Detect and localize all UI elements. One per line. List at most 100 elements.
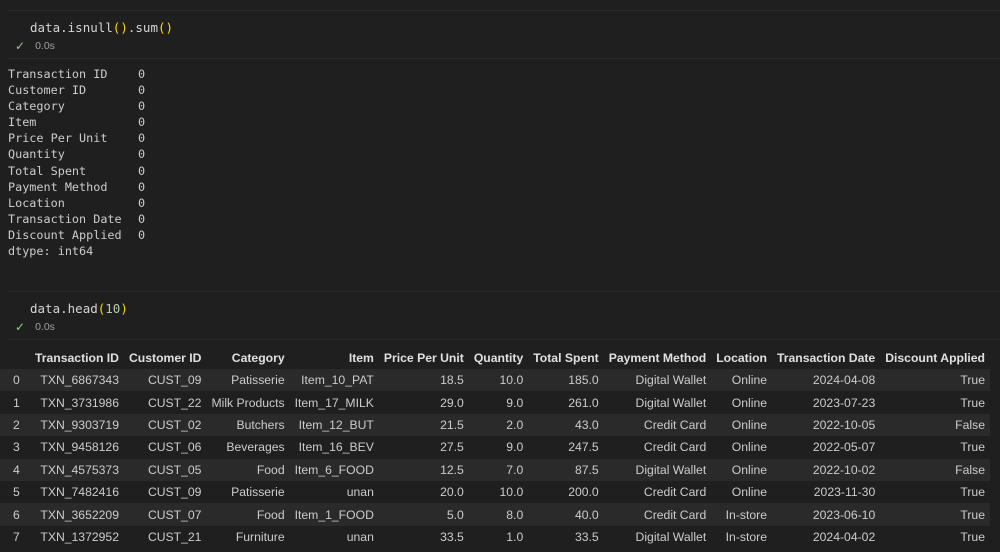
row-index: 3 [13,440,20,455]
output-line: Transaction Date 0 [8,211,145,227]
output-line: Payment Method 0 [8,179,145,195]
output-value: 0 [138,115,146,130]
column-header: Location [716,350,767,365]
table-cell: 87.5 [574,462,599,477]
output-value: 0 [138,179,146,194]
table-cell: Credit Card [643,440,707,455]
table-cell: TXN_9303719 [40,417,119,432]
table-cell: 12.5 [440,462,464,477]
table-cell: 29.0 [440,395,464,410]
table-cell: Credit Card [643,485,707,500]
code-line-2[interactable]: data.head(10) [30,301,128,316]
table-cell: 18.5 [440,373,464,388]
code-object: data [30,301,61,316]
table-cell: 33.5 [574,529,599,544]
table-cell: 2023-06-10 [812,507,876,522]
table-row: 0 TXN_6867343 CUST_09 Patisserie Item_10_PAT… [0,369,990,392]
output-key: Item [8,115,37,130]
table-cell: Online [731,417,767,432]
table-cell: In-store [725,507,767,522]
code-cell-2[interactable]: data.head(10) ✓ 0.0s [8,291,1000,340]
row-index: 5 [13,485,20,500]
table-cell: 9.0 [506,440,524,455]
table-cell: Digital Wallet [635,462,707,477]
output-line: Price Per Unit 0 [8,130,145,146]
output-line: Total Spent 0 [8,163,145,179]
code-cell-1[interactable]: data.isnull().sum() ✓ 0.0s [8,10,1000,59]
table-cell: In-store [725,529,767,544]
column-header: Discount Applied [885,350,985,365]
table-cell: Digital Wallet [635,373,707,388]
table-cell: 1.0 [506,529,524,544]
table-cell: TXN_1372952 [40,529,119,544]
table-cell: True [960,529,985,544]
output-key: Location [8,195,65,210]
column-header: Transaction ID [35,350,119,365]
table-cell: 40.0 [574,507,599,522]
table-cell: unan [346,529,374,544]
code-method-2: sum [135,20,158,35]
output-value: 0 [138,99,146,114]
table-cell: Patisserie [231,373,285,388]
table-cell: 261.0 [568,395,599,410]
table-cell: Digital Wallet [635,529,707,544]
table-cell: 2024-04-02 [812,529,876,544]
table-cell: 2023-07-23 [812,395,876,410]
table-cell: TXN_3731986 [40,395,119,410]
table-cell: CUST_09 [147,373,202,388]
table-cell: 2022-10-05 [812,417,876,432]
execution-status: ✓ 0.0s [15,39,55,53]
execution-time: 0.0s [35,321,55,333]
table-row: 1 TXN_3731986 CUST_22 Milk Products Item_17_… [0,391,990,414]
cell-2-output: Transaction ID Customer ID Category Item Pri… [0,346,1000,549]
table-cell: CUST_21 [147,529,202,544]
table-cell: 2024-04-08 [812,373,876,388]
table-cell: CUST_05 [147,462,202,477]
table-row: 5 TXN_7482416 CUST_09 Patisserie unan 20.0 10.… [0,480,990,504]
table-cell: False [955,417,985,432]
execution-status: ✓ 0.0s [15,320,55,334]
cell-1-output: Transaction ID 0 Customer ID 0 Category 0 Item… [8,66,145,259]
table-cell: CUST_02 [147,417,202,432]
table-row: 3 TXN_9458126 CUST_06 Beverages Item_16_BEV 2… [0,436,990,459]
column-header: Customer ID [128,350,202,365]
table-cell: 20.0 [440,485,464,500]
table-cell: TXN_3652209 [40,507,119,522]
output-value: 0 [138,163,146,178]
output-key: Quantity [8,147,65,162]
output-value: 0 [138,67,146,81]
code-method-1: isnull [67,20,113,35]
output-key: Discount Applied [8,227,122,242]
table-cell: Credit Card [643,417,707,432]
table-cell: True [960,373,985,388]
output-key: Category [8,99,65,114]
table-cell: Furniture [235,529,285,544]
dataframe-table: Transaction ID Customer ID Category Item Pri… [0,346,990,549]
table-cell: False [955,462,985,477]
table-cell: TXN_6867343 [40,373,119,388]
table-cell: Credit Card [643,507,707,522]
table-cell: Online [731,395,767,410]
table-cell: Item_1_FOOD [294,507,374,522]
output-value: 0 [138,147,146,162]
column-header: Total Spent [533,350,599,365]
output-line: Discount Applied 0 [8,227,145,243]
table-cell: unan [346,485,374,500]
code-line-1[interactable]: data.isnull().sum() [30,20,173,35]
table-cell: 185.0 [568,373,599,388]
table-cell: 21.5 [440,417,464,432]
output-value: 0 [138,83,146,98]
output-key: Total Spent [8,163,87,178]
table-cell: Item_17_MILK [294,395,374,410]
output-value: 0 [138,211,146,226]
table-row: 2 TXN_9303719 CUST_02 Butchers Item_12_BUT 21… [0,413,990,437]
table-cell: 2023-11-30 [813,485,876,500]
table-cell: Patisserie [231,485,285,500]
table-cell: Item_12_BUT [298,417,374,432]
output-key: Transaction ID [8,67,108,81]
output-value: 0 [138,227,146,242]
row-index: 1 [13,395,20,410]
output-key: Price Per Unit [8,131,108,146]
output-line: Transaction ID 0 [8,66,145,82]
table-cell: 2.0 [506,417,524,432]
